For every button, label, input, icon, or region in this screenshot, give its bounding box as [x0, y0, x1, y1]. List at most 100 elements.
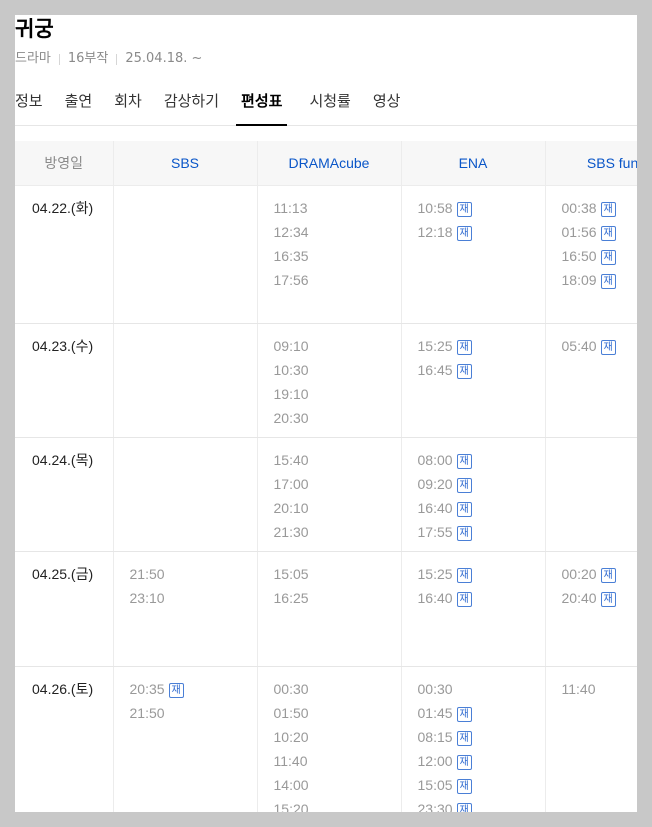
air-time-text: 00:30 — [417, 681, 453, 697]
air-time-text: 10:20 — [273, 729, 309, 745]
air-time: 05:40 재 — [562, 334, 638, 358]
air-time: 01:45 재 — [418, 701, 545, 725]
tab-ratings[interactable]: 시청률 — [309, 89, 350, 125]
rerun-badge: 재 — [456, 478, 472, 493]
air-time: 10:58 재 — [418, 196, 545, 220]
air-time-text: 16:40 — [417, 590, 453, 606]
air-time-text: 16:40 — [417, 500, 453, 516]
air-time-text: 12:00 — [417, 753, 453, 769]
air-time-text: 20:40 — [561, 590, 597, 606]
air-time: 19:10 — [274, 382, 401, 406]
air-time-text: 18:09 — [561, 272, 597, 288]
schedule-row: 04.23.(수) 09:10 10:30 19:10 20:30 15:25 재 16:45… — [15, 323, 638, 438]
channel-header-dramacube[interactable]: DRAMAcube — [256, 141, 401, 186]
air-time-text: 20:30 — [273, 410, 309, 426]
air-time-text: 15:25 — [417, 566, 453, 582]
rerun-badge: 재 — [456, 454, 472, 469]
air-time-text: 11:13 — [273, 200, 308, 216]
rerun-badge: 재 — [600, 568, 616, 583]
air-time-text: 10:30 — [273, 362, 309, 378]
air-time-text: 09:20 — [417, 476, 453, 492]
air-time: 21:50 — [130, 562, 257, 586]
air-time: 00:38 재 — [562, 196, 638, 220]
rerun-badge: 재 — [600, 250, 616, 265]
schedule-cell-dramacube: 15:05 16:25 — [256, 551, 401, 667]
schedule-row: 04.25.(금) 21:50 23:10 15:05 16:25 15:25 재 16:40… — [15, 551, 638, 667]
broadcast-date-text: 04.24.(목) — [32, 452, 94, 468]
tab-video[interactable]: 영상 — [373, 89, 401, 125]
rerun-badge: 재 — [456, 226, 472, 241]
air-time-text: 17:55 — [417, 524, 453, 540]
rerun-badge: 재 — [456, 526, 472, 541]
broadcast-date-text: 04.22.(화) — [32, 200, 94, 216]
air-time-text: 16:50 — [561, 248, 597, 264]
tab-schedule[interactable]: 편성표 — [236, 89, 288, 126]
rerun-badge: 재 — [456, 568, 472, 583]
rerun-badge: 재 — [456, 502, 472, 517]
air-time: 14:00 — [274, 773, 401, 797]
air-time-text: 15:40 — [273, 452, 309, 468]
air-time-text: 11:40 — [561, 681, 596, 697]
schedule-cell-sbs-fune: 05:40 재 — [544, 323, 638, 438]
air-time: 16:25 — [274, 586, 401, 610]
air-time: 17:56 — [274, 268, 401, 292]
schedule-cell-ena: 10:58 재 12:18 재 — [400, 185, 545, 324]
air-time-text: 10:58 — [417, 200, 453, 216]
air-time-text: 21:50 — [129, 705, 165, 721]
schedule-cell-sbs: 21:50 23:10 — [112, 551, 257, 667]
air-time-text: 21:30 — [273, 524, 309, 540]
air-time-text: 00:38 — [561, 200, 597, 216]
air-time-text: 17:56 — [273, 272, 309, 288]
channel-header-ena[interactable]: ENA — [400, 141, 545, 186]
tab-cast[interactable]: 출연 — [65, 89, 93, 125]
air-time: 00:20 재 — [562, 562, 638, 586]
tab-episodes[interactable]: 회차 — [114, 89, 142, 125]
rerun-badge: 재 — [168, 683, 184, 698]
broadcast-date-text: 04.26.(토) — [32, 681, 94, 697]
rerun-badge: 재 — [600, 274, 616, 289]
air-time: 21:30 — [274, 520, 401, 544]
air-time: 21:50 — [130, 701, 257, 725]
broadcast-date: 04.24.(목) — [15, 437, 113, 552]
air-time: 09:20 재 — [418, 472, 545, 496]
air-time: 12:34 — [274, 220, 401, 244]
air-time-text: 14:00 — [273, 777, 309, 793]
air-time: 17:55 재 — [418, 520, 545, 544]
tab-info[interactable]: 정보 — [15, 89, 43, 125]
air-time: 20:10 — [274, 496, 401, 520]
channel-header-sbs[interactable]: SBS — [112, 141, 257, 186]
air-time: 00:30 — [274, 677, 401, 701]
air-time-text: 23:30 — [417, 801, 453, 812]
air-time-text: 20:10 — [273, 500, 309, 516]
air-time-text: 11:40 — [273, 753, 308, 769]
tab-watch[interactable]: 감상하기 — [164, 89, 219, 125]
air-time: 16:45 재 — [418, 358, 545, 382]
schedule-cell-sbs-fune: 00:38 재 01:56 재 16:50 재 18:09 재 — [544, 185, 638, 324]
date-column-header: 방영일 — [15, 141, 113, 186]
air-time: 11:40 — [274, 749, 401, 773]
air-time-text: 00:30 — [273, 681, 309, 697]
air-time: 15:05 — [274, 562, 401, 586]
air-time-text: 16:35 — [273, 248, 309, 264]
schedule-table: 방영일 SBSDRAMAcubeENASBS funE 04.22.(화) 11:… — [15, 141, 637, 812]
air-time: 08:15 재 — [418, 725, 545, 749]
schedule-cell-sbs-fune: 00:20 재 20:40 재 — [544, 551, 638, 667]
channel-header-sbs-fune[interactable]: SBS funE — [544, 141, 637, 186]
air-time: 15:25 재 — [418, 334, 545, 358]
schedule-cell-sbs — [112, 437, 257, 552]
air-time: 20:30 — [274, 406, 401, 430]
rerun-badge: 재 — [456, 202, 472, 217]
genre-text: 드라마 — [15, 51, 51, 66]
schedule-cell-ena: 15:25 재 16:45 재 — [400, 323, 545, 438]
schedule-cell-dramacube: 11:13 12:34 16:35 17:56 — [256, 185, 401, 324]
air-time-text: 12:34 — [273, 224, 309, 240]
air-time: 15:40 — [274, 448, 401, 472]
meta-divider — [116, 53, 118, 65]
air-time: 20:40 재 — [562, 586, 638, 610]
air-time: 20:35 재 — [130, 677, 257, 701]
air-time-text: 19:10 — [273, 386, 309, 402]
rerun-badge: 재 — [456, 803, 472, 812]
rerun-badge: 재 — [456, 364, 472, 379]
rerun-badge: 재 — [456, 592, 472, 607]
air-date-text: 25.04.18. ~ — [125, 51, 203, 66]
